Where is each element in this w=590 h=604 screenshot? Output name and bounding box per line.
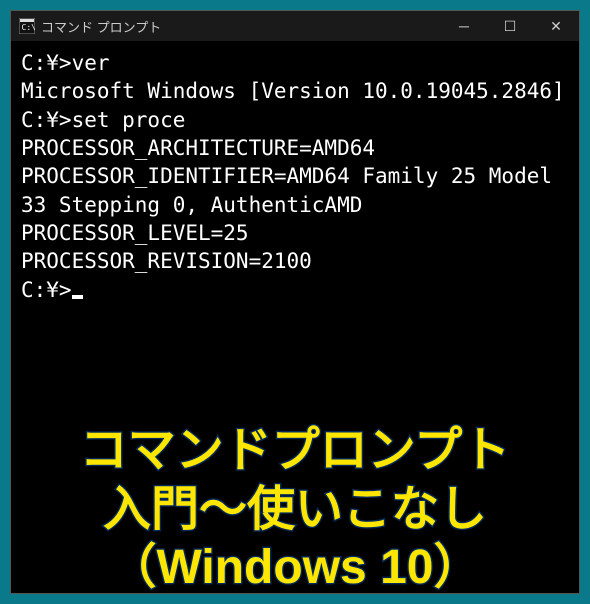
terminal-line: C:¥>set proce <box>21 106 569 134</box>
terminal-line: C:¥> <box>21 276 569 304</box>
terminal-line: Microsoft Windows [Version 10.0.19045.28… <box>21 77 569 105</box>
minimize-button[interactable]: ─ <box>441 11 487 41</box>
minimize-icon: ─ <box>459 18 469 34</box>
cmd-window: C:\ コマンド プロンプト ─ ☐ ✕ C:¥>verMicrosoft Wi… <box>10 10 580 594</box>
close-icon: ✕ <box>550 18 562 35</box>
maximize-button[interactable]: ☐ <box>487 11 533 41</box>
terminal-line: C:¥>ver <box>21 49 569 77</box>
cmd-icon: C:\ <box>19 18 35 34</box>
terminal-line: PROCESSOR_LEVEL=25 <box>21 219 569 247</box>
svg-text:C:\: C:\ <box>22 23 36 32</box>
titlebar[interactable]: C:\ コマンド プロンプト ─ ☐ ✕ <box>11 11 579 41</box>
terminal-line: PROCESSOR_REVISION=2100 <box>21 247 569 275</box>
cursor-icon <box>72 295 83 299</box>
window-title: コマンド プロンプト <box>41 17 161 36</box>
terminal-line: PROCESSOR_ARCHITECTURE=AMD64 <box>21 134 569 162</box>
close-button[interactable]: ✕ <box>533 11 579 41</box>
terminal-line: PROCESSOR_IDENTIFIER=AMD64 Family 25 Mod… <box>21 162 569 219</box>
terminal-output[interactable]: C:¥>verMicrosoft Windows [Version 10.0.1… <box>11 41 579 593</box>
maximize-icon: ☐ <box>504 18 517 35</box>
